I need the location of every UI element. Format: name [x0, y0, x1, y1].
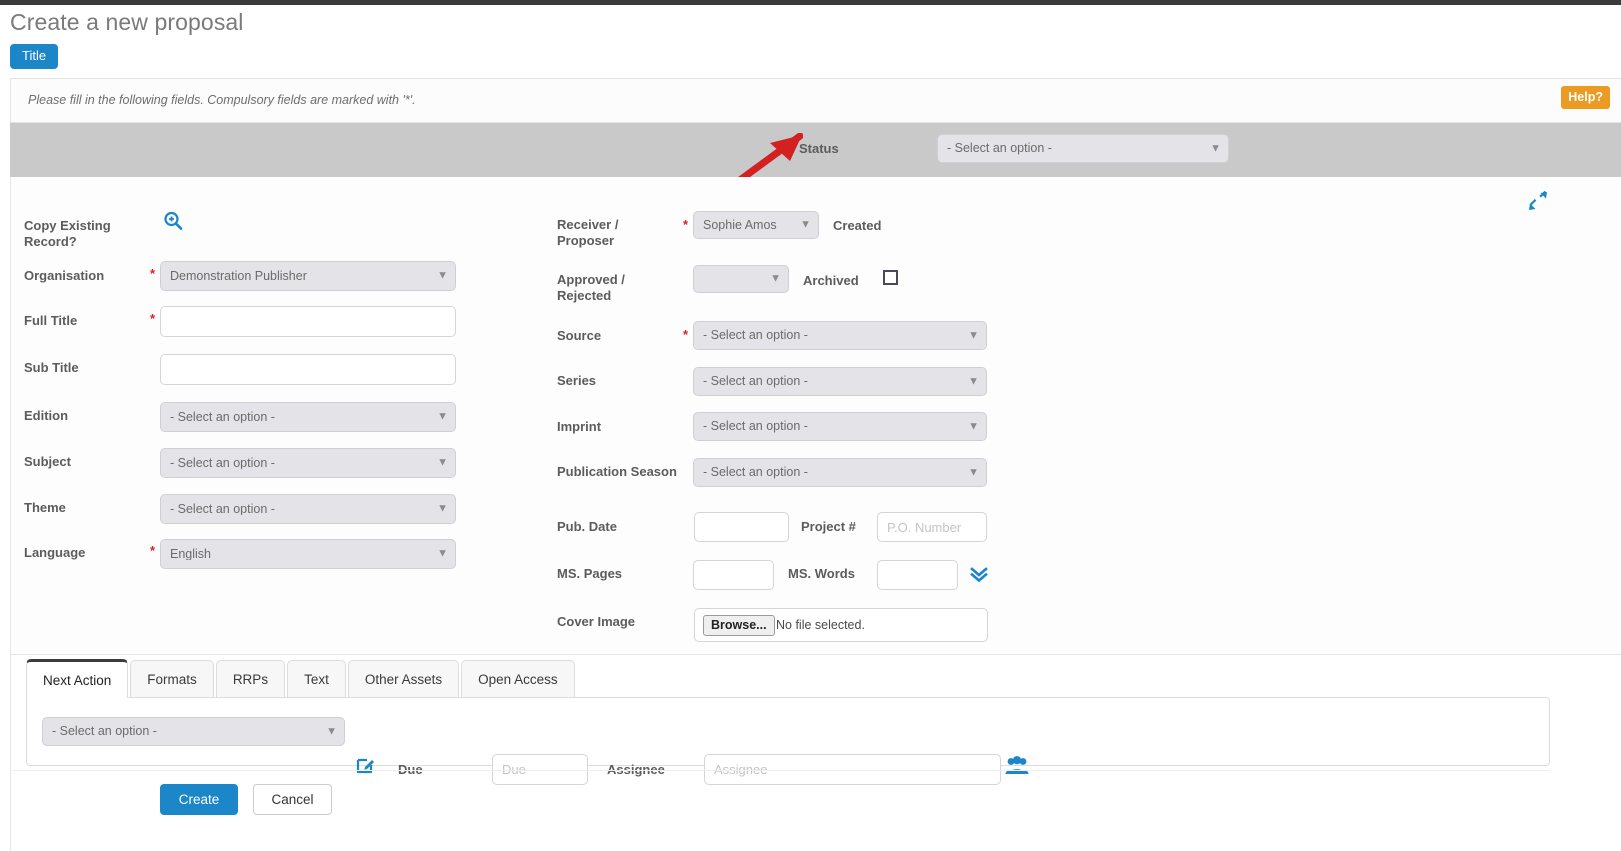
- subject-select-wrap[interactable]: - Select an option - ▼: [160, 448, 456, 478]
- label-edition: Edition: [24, 408, 69, 423]
- organisation-select[interactable]: Demonstration Publisher: [160, 261, 456, 291]
- collapse-arrows-icon[interactable]: [1527, 190, 1549, 212]
- next-action-select-wrap[interactable]: - Select an option - ▼: [42, 717, 345, 746]
- page-title: Create a new proposal: [10, 9, 244, 35]
- project-number-label: Project #: [801, 519, 856, 534]
- top-strip: [0, 0, 1621, 5]
- tab-rrps[interactable]: RRPs: [215, 660, 286, 698]
- footer-divider: [10, 770, 1550, 771]
- tab-formats[interactable]: Formats: [130, 660, 214, 698]
- label-full-title: Full Title: [24, 313, 78, 328]
- theme-select[interactable]: - Select an option -: [160, 494, 456, 524]
- tab-label: Other Assets: [364, 672, 443, 687]
- organisation-select-wrap[interactable]: Demonstration Publisher ▼: [160, 261, 456, 291]
- edition-select[interactable]: - Select an option -: [160, 402, 456, 432]
- label-imprint: Imprint: [557, 419, 602, 434]
- tab-next-action[interactable]: Next Action: [26, 659, 129, 698]
- tab-other-assets[interactable]: Other Assets: [347, 660, 460, 698]
- label-publication-season: Publication Season: [557, 464, 677, 479]
- status-select-wrap[interactable]: - Select an option - ▼: [937, 134, 1229, 163]
- pub-date-input[interactable]: [694, 512, 789, 542]
- tab-label: RRPs: [232, 672, 269, 687]
- left-border-rule: [10, 655, 11, 851]
- subject-select[interactable]: - Select an option -: [160, 448, 456, 478]
- series-select-wrap[interactable]: - Select an option - ▼: [693, 367, 987, 396]
- create-proposal-page: Create a new proposal Title Please fill …: [0, 0, 1621, 851]
- imprint-select[interactable]: - Select an option -: [693, 412, 987, 441]
- label-sub-title: Sub Title: [24, 360, 79, 375]
- imprint-select-wrap[interactable]: - Select an option - ▼: [693, 412, 987, 441]
- help-button[interactable]: Help?: [1561, 86, 1610, 109]
- language-select-wrap[interactable]: English ▼: [160, 539, 456, 569]
- language-select[interactable]: English: [160, 539, 456, 569]
- required-marker-organisation: *: [150, 266, 156, 281]
- receiver-select-wrap[interactable]: Sophie Amos ▼: [693, 211, 819, 239]
- create-button[interactable]: Create: [160, 784, 238, 815]
- status-band: Status - Select an option - ▼: [10, 123, 1621, 177]
- ms-words-label: MS. Words: [788, 566, 855, 581]
- instruction-bar: Please fill in the following fields. Com…: [10, 78, 1621, 123]
- label-source: Source: [557, 328, 602, 343]
- browse-button[interactable]: Browse...: [703, 615, 775, 636]
- file-status-text: No file selected.: [776, 618, 865, 632]
- tab-label: Formats: [147, 672, 197, 687]
- sub-title-input[interactable]: [160, 354, 456, 385]
- double-chevron-down-icon[interactable]: [969, 566, 989, 584]
- source-select-wrap[interactable]: - Select an option - ▼: [693, 321, 987, 350]
- next-action-select[interactable]: - Select an option -: [42, 717, 345, 746]
- full-title-input[interactable]: [160, 306, 456, 337]
- publication-season-select-wrap[interactable]: - Select an option - ▼: [693, 458, 987, 487]
- ms-pages-input[interactable]: [693, 560, 774, 590]
- required-marker-source: *: [683, 327, 689, 342]
- required-marker-language: *: [150, 543, 156, 558]
- edit-pencil-icon[interactable]: [356, 756, 375, 775]
- next-action-panel: - Select an option - ▼ Due Assignee: [26, 697, 1550, 785]
- tab-strip: Next Action Formats RRPs Text Other Asse…: [26, 659, 1550, 698]
- approved-rejected-select-wrap[interactable]: ▼: [693, 265, 789, 293]
- edition-select-wrap[interactable]: - Select an option - ▼: [160, 402, 456, 432]
- archived-checkbox[interactable]: [883, 270, 898, 285]
- archived-label: Archived: [803, 273, 859, 288]
- status-select[interactable]: - Select an option -: [937, 134, 1229, 163]
- tab-open-access[interactable]: Open Access: [461, 660, 575, 698]
- tab-label: Open Access: [478, 672, 558, 687]
- label-theme: Theme: [24, 500, 66, 515]
- created-label: Created: [833, 218, 882, 233]
- status-label: Status: [799, 141, 839, 156]
- people-group-icon[interactable]: [1005, 755, 1029, 777]
- label-copy-existing-record: Copy Existing Record?: [24, 218, 111, 249]
- required-marker-receiver: *: [683, 217, 689, 232]
- magnifier-plus-icon[interactable]: [163, 211, 183, 231]
- detail-tabs: Next Action Formats RRPs Text Other Asse…: [26, 659, 1550, 785]
- ms-words-input[interactable]: [877, 560, 958, 590]
- approved-rejected-select[interactable]: [693, 265, 789, 293]
- required-marker-full-title: *: [150, 311, 156, 326]
- instruction-text: Please fill in the following fields. Com…: [28, 93, 416, 107]
- label-language: Language: [24, 545, 86, 560]
- label-organisation: Organisation: [24, 268, 105, 283]
- title-tab-chip[interactable]: Title: [10, 44, 59, 69]
- tab-label: Text: [304, 672, 329, 687]
- publication-season-select[interactable]: - Select an option -: [693, 458, 987, 487]
- project-number-input[interactable]: [877, 512, 987, 542]
- label-approved-rejected: Approved / Rejected: [557, 272, 625, 303]
- label-series: Series: [557, 373, 597, 388]
- tab-text[interactable]: Text: [287, 660, 346, 698]
- label-receiver-proposer: Receiver / Proposer: [557, 217, 619, 248]
- series-select[interactable]: - Select an option -: [693, 367, 987, 396]
- cancel-button[interactable]: Cancel: [253, 784, 332, 815]
- label-pub-date: Pub. Date: [557, 519, 617, 534]
- tab-label: Next Action: [43, 672, 112, 688]
- theme-select-wrap[interactable]: - Select an option - ▼: [160, 494, 456, 524]
- label-ms-pages: MS. Pages: [557, 566, 623, 581]
- label-subject: Subject: [24, 454, 71, 469]
- cover-image-file-field[interactable]: Browse... No file selected.: [694, 608, 988, 642]
- receiver-proposer-select[interactable]: Sophie Amos: [693, 211, 819, 239]
- label-cover-image: Cover Image: [557, 614, 636, 629]
- source-select[interactable]: - Select an option -: [693, 321, 987, 350]
